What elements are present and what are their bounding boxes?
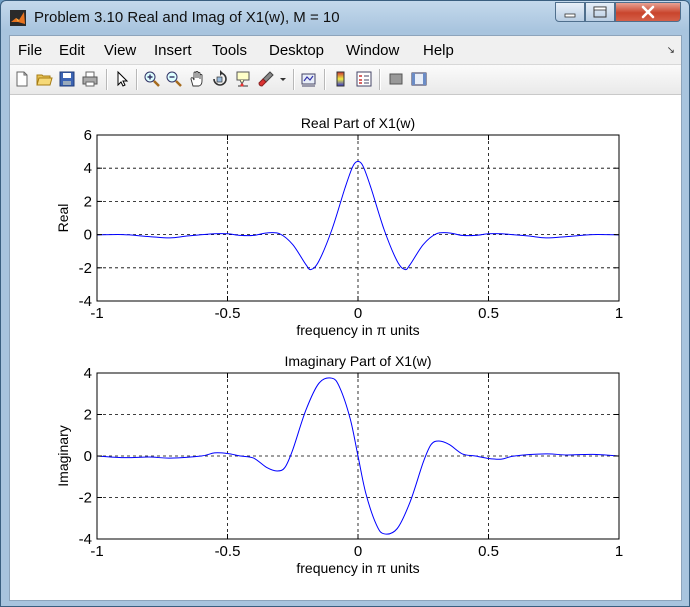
y-tick-label: 2 [84, 407, 92, 424]
minimize-icon [564, 13, 576, 18]
menu-window[interactable]: Window [346, 42, 399, 59]
pan-icon[interactable] [188, 70, 206, 88]
minimize-button[interactable] [555, 2, 585, 22]
menu-bar: File Edit View Insert Tools Desktop Wind… [10, 36, 681, 64]
figure-toolbar [10, 64, 681, 95]
x-tick-label: 0 [354, 543, 362, 560]
y-tick-label: 4 [84, 365, 92, 382]
y-axis-label: Imaginary [55, 425, 71, 486]
x-tick-label: 1 [615, 305, 623, 322]
pointer-icon[interactable] [113, 70, 131, 88]
print-icon[interactable] [81, 70, 99, 88]
x-tick-label: 0 [354, 305, 362, 322]
figure-window: Problem 3.10 Real and Imag of X1(w), M =… [0, 0, 690, 607]
y-tick-label: -4 [79, 293, 92, 310]
menu-edit[interactable]: Edit [59, 42, 85, 59]
hide-plot-tools-icon[interactable] [387, 70, 405, 88]
y-tick-label: 2 [84, 193, 92, 210]
y-tick-label: 4 [84, 160, 92, 177]
menu-help[interactable]: Help [423, 42, 454, 59]
maximize-button[interactable] [585, 2, 615, 22]
maximize-icon [593, 6, 607, 18]
menu-overflow-icon[interactable]: ↘ [667, 45, 675, 56]
menu-file[interactable]: File [18, 42, 42, 59]
plots-svg[interactable]: -1 -0.5 0 0.5 1 -4 -2 0 2 4 6 Real Part of X1(w) fre… [10, 95, 681, 600]
toolbar-separator [379, 69, 381, 90]
save-icon[interactable] [58, 70, 76, 88]
axes-2: -1 -0.5 0 0.5 1 -4 -2 0 2 4 Imaginary Part of X1(w… [55, 353, 623, 576]
toolbar-separator [106, 69, 108, 90]
y-tick-label: -2 [79, 260, 92, 277]
zoom-out-icon[interactable] [165, 70, 183, 88]
brush-icon[interactable] [257, 70, 275, 88]
axes-title: Real Part of X1(w) [301, 115, 415, 131]
rotate-3d-icon[interactable] [211, 70, 229, 88]
close-button[interactable] [615, 2, 681, 22]
menu-view[interactable]: View [104, 42, 136, 59]
zoom-in-icon[interactable] [143, 70, 161, 88]
y-tick-label: 0 [84, 448, 92, 465]
y-axis-label: Real [55, 204, 71, 233]
close-icon [641, 5, 655, 19]
colorbar-icon[interactable] [332, 70, 350, 88]
toolbar-separator [293, 69, 295, 90]
y-tick-label: -2 [79, 490, 92, 507]
title-bar[interactable]: Problem 3.10 Real and Imag of X1(w), M =… [1, 1, 689, 35]
new-figure-icon[interactable] [13, 70, 31, 88]
x-tick-label: -0.5 [215, 543, 241, 560]
matlab-icon [10, 10, 26, 26]
x-tick-label: 1 [615, 543, 623, 560]
figure-canvas: -1 -0.5 0 0.5 1 -4 -2 0 2 4 6 Real Part of X1(w) fre… [10, 95, 681, 600]
x-tick-label: -1 [90, 543, 103, 560]
window-title: Problem 3.10 Real and Imag of X1(w), M =… [34, 9, 340, 26]
x-axis-label: frequency in π units [296, 560, 419, 576]
show-plot-tools-icon[interactable] [410, 70, 428, 88]
axes-title: Imaginary Part of X1(w) [284, 353, 431, 369]
x-tick-label: 0.5 [478, 305, 499, 322]
menu-desktop[interactable]: Desktop [269, 42, 324, 59]
link-plot-icon[interactable] [300, 70, 318, 88]
x-tick-label: 0.5 [478, 543, 499, 560]
figure-client-area: File Edit View Insert Tools Desktop Wind… [9, 35, 682, 601]
open-file-icon[interactable] [35, 70, 53, 88]
x-axis-label: frequency in π units [296, 322, 419, 338]
data-cursor-icon[interactable] [234, 70, 252, 88]
toolbar-separator [324, 69, 326, 90]
y-tick-label: 0 [84, 227, 92, 244]
menu-insert[interactable]: Insert [154, 42, 192, 59]
y-tick-label: -4 [79, 531, 92, 548]
toolbar-separator [136, 69, 138, 90]
menu-tools[interactable]: Tools [212, 42, 247, 59]
x-tick-label: -0.5 [215, 305, 241, 322]
x-tick-label: -1 [90, 305, 103, 322]
y-tick-label: 6 [84, 127, 92, 144]
dropdown-arrow-icon[interactable] [278, 70, 288, 88]
legend-icon[interactable] [355, 70, 373, 88]
axes-1: -1 -0.5 0 0.5 1 -4 -2 0 2 4 6 Real Part of X1(w) fre… [55, 115, 623, 338]
